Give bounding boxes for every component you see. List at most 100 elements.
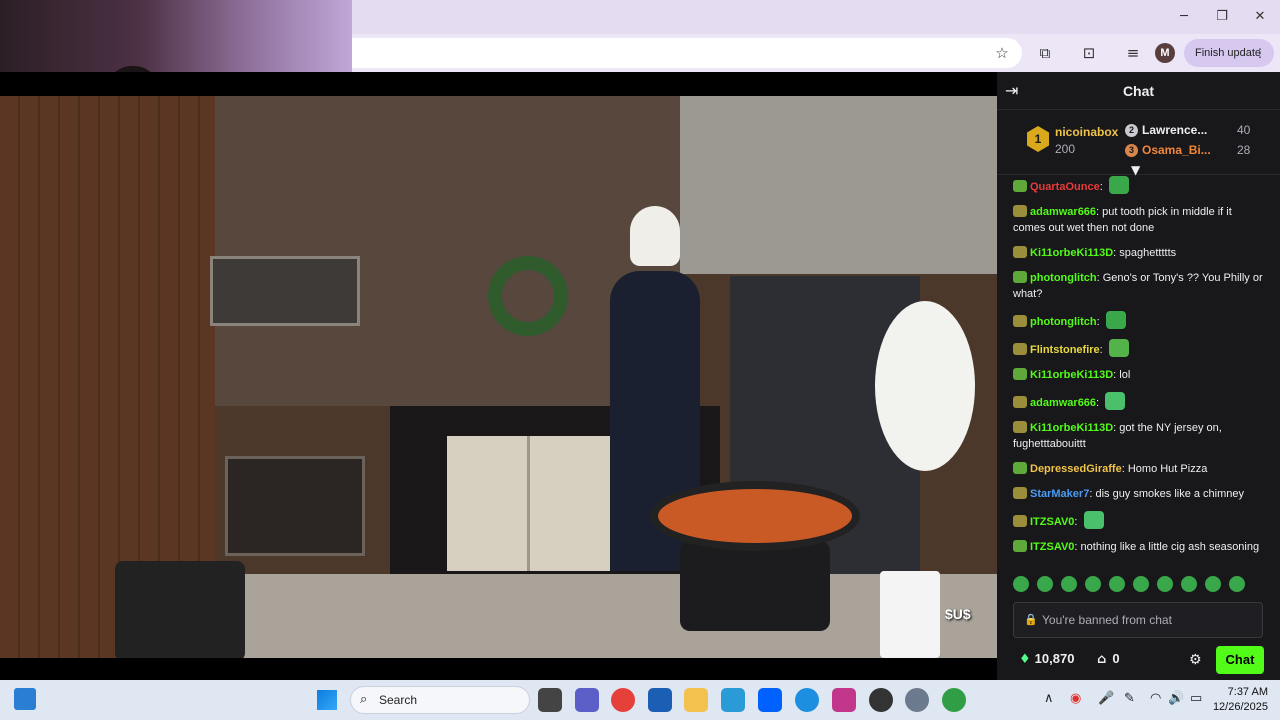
santa-decoration	[875, 301, 975, 471]
quick-emote[interactable]	[1061, 576, 1077, 592]
chrome-profile-icon[interactable]	[942, 688, 966, 712]
stream-watermark: $U$	[945, 606, 971, 622]
user-badge-icon	[1013, 396, 1027, 408]
dropbox-icon[interactable]	[758, 688, 782, 712]
gift-count[interactable]: ⌂ 0	[1097, 651, 1120, 667]
chat-message: QuartaOunce:	[1013, 176, 1266, 195]
steel-counter	[180, 574, 997, 658]
task-view-icon[interactable]	[538, 688, 562, 712]
chat-username[interactable]: Flintstonefire	[1030, 344, 1100, 356]
teams-icon[interactable]	[575, 688, 599, 712]
tray-app-icon[interactable]: ◉	[1070, 691, 1081, 706]
expand-leaderboard-icon[interactable]: ▼	[1131, 163, 1140, 177]
gas-stove	[680, 541, 830, 631]
leaderboard-second-name: Lawrence...	[1142, 123, 1208, 137]
chat-username[interactable]: Ki11orbeKi113D	[1030, 422, 1113, 434]
leaderboard-second[interactable]: 2 Lawrence...	[1125, 123, 1207, 137]
quick-emote[interactable]	[1037, 576, 1053, 592]
chat-username[interactable]: adamwar666	[1030, 206, 1096, 218]
file-explorer-icon[interactable]	[684, 688, 708, 712]
video-player[interactable]: $U$	[0, 72, 997, 680]
tray-chevron-icon[interactable]: ∧	[1044, 691, 1054, 706]
chat-username[interactable]: Ki11orbeKi113D	[1030, 247, 1113, 259]
gift-value: 0	[1112, 651, 1120, 666]
edge-icon[interactable]	[795, 688, 819, 712]
chat-message: photonglitch: Geno's or Tony's ?? You Ph…	[1013, 270, 1266, 302]
close-button[interactable]: ✕	[1245, 6, 1275, 28]
chat-username[interactable]: photonglitch	[1030, 316, 1097, 328]
chat-username[interactable]: DepressedGiraffe	[1030, 463, 1122, 475]
start-button[interactable]	[317, 690, 337, 710]
minimize-button[interactable]: ─	[1169, 6, 1199, 28]
leaderboard-third[interactable]: 3 Osama_Bi...	[1125, 143, 1211, 157]
search-icon: ⌕	[360, 692, 368, 707]
rank-2-badge: 2	[1125, 124, 1138, 137]
profile-avatar[interactable]: M	[1155, 43, 1175, 63]
quick-emote[interactable]	[1133, 576, 1149, 592]
battery-icon[interactable]: ▭	[1190, 691, 1202, 706]
pizza-oven	[225, 456, 365, 556]
chat-message: ITZSAV0: nothing like a little cig ash s…	[1013, 539, 1266, 555]
chat-username[interactable]: ITZSAV0	[1030, 516, 1074, 528]
chat-username[interactable]: StarMaker7	[1030, 488, 1089, 500]
user-badge-icon	[1013, 462, 1027, 474]
volume-icon[interactable]: 🔊	[1168, 691, 1184, 706]
chat-message: DepressedGiraffe: Homo Hut Pizza	[1013, 461, 1266, 477]
finish-update-button[interactable]: Finish update ⋮	[1184, 39, 1274, 67]
chat-text: Homo Hut Pizza	[1127, 463, 1208, 475]
cast-icon[interactable]: ⊡	[1078, 42, 1100, 64]
wifi-icon[interactable]: ◠	[1150, 691, 1161, 706]
widgets-icon[interactable]	[14, 688, 36, 710]
media-control-icon[interactable]: ≡	[1122, 42, 1144, 64]
user-badge-icon	[1013, 421, 1027, 433]
vscode-icon[interactable]	[721, 688, 745, 712]
store-icon[interactable]	[648, 688, 672, 712]
user-badge-icon	[1013, 487, 1027, 499]
chat-username[interactable]: QuartaOunce	[1030, 181, 1100, 193]
quick-emote[interactable]	[1181, 576, 1197, 592]
leaderboard-first-name[interactable]: nicoinabox	[1055, 125, 1118, 139]
obs-icon[interactable]	[869, 688, 893, 712]
address-bar[interactable]	[352, 38, 1022, 68]
paper-towel-roll	[880, 571, 940, 658]
microphone-icon[interactable]: 🎤	[1098, 691, 1114, 706]
channel-points[interactable]: ♦ 10,870	[1019, 651, 1074, 667]
quick-emote[interactable]	[1229, 576, 1245, 592]
chat-username[interactable]: adamwar666	[1030, 397, 1096, 409]
quick-emote[interactable]	[1013, 576, 1029, 592]
browser-toolbar: ☆ ⧉ ⊡ ≡ M Finish update ⋮	[352, 34, 1280, 72]
bookmark-star-icon[interactable]: ☆	[991, 42, 1013, 64]
maximize-button[interactable]: ❐	[1207, 6, 1237, 28]
chat-message: adamwar666:	[1013, 392, 1266, 411]
pen-icon[interactable]: ✎	[1124, 691, 1135, 706]
user-badge-icon	[1013, 246, 1027, 258]
user-badge-icon	[1013, 515, 1027, 527]
extensions-icon[interactable]: ⧉	[1034, 42, 1056, 64]
quick-emote[interactable]	[1109, 576, 1125, 592]
system-clock[interactable]: 7:37 AM 12/26/2025	[1206, 685, 1268, 715]
quick-emote[interactable]	[1157, 576, 1173, 592]
chat-panel: ⇥ Chat 1 nicoinabox 200 2 Lawrence... 40 …	[997, 72, 1280, 680]
send-chat-button[interactable]: Chat	[1216, 646, 1264, 674]
leaderboard-third-score: 28	[1237, 143, 1251, 157]
chat-separator: :	[1096, 397, 1103, 409]
chat-separator: :	[1099, 344, 1106, 356]
chat-username[interactable]: ITZSAV0	[1030, 541, 1074, 553]
chat-message: Flintstonefire:	[1013, 339, 1266, 358]
browser-menu-icon: ⋮	[1254, 46, 1266, 60]
quick-emote[interactable]	[1205, 576, 1221, 592]
chat-emote	[1108, 339, 1129, 357]
chat-input[interactable]: 🔒 You're banned from chat	[1013, 602, 1263, 638]
quick-emote[interactable]	[1085, 576, 1101, 592]
chrome-icon[interactable]	[611, 688, 635, 712]
instagram-icon[interactable]	[832, 688, 856, 712]
white-cabinet	[447, 436, 612, 571]
taskbar-search[interactable]: ⌕ Search	[350, 686, 530, 714]
chat-username[interactable]: photonglitch	[1030, 272, 1097, 284]
user-badge-icon	[1013, 343, 1027, 355]
chat-username[interactable]: Ki11orbeKi113D	[1030, 369, 1113, 381]
chat-settings-icon[interactable]: ⚙	[1189, 652, 1202, 668]
clock-time: 7:37 AM	[1227, 686, 1268, 698]
settings-icon[interactable]	[905, 688, 929, 712]
chat-emote	[1108, 176, 1129, 194]
